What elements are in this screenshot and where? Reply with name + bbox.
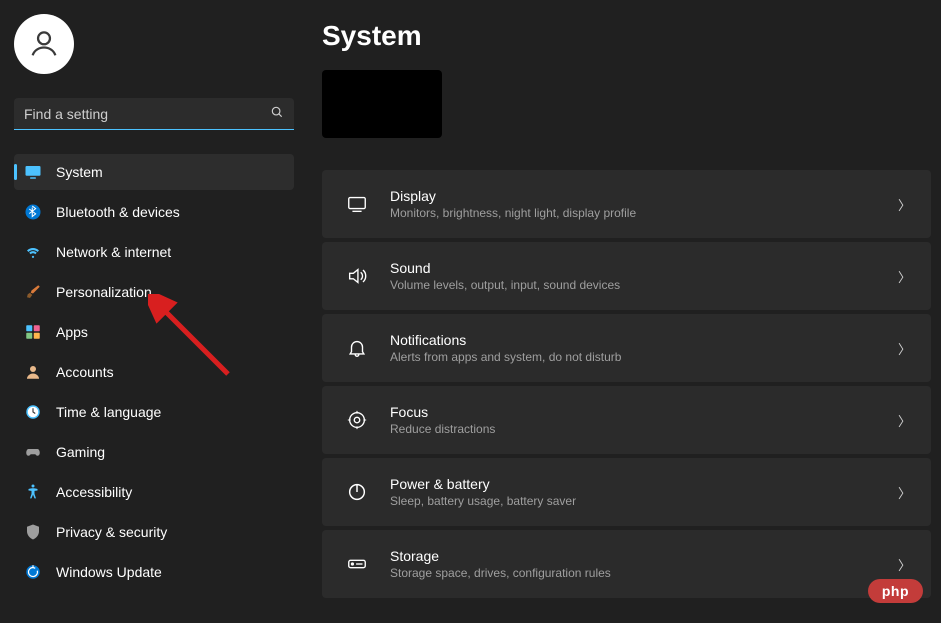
update-icon <box>24 563 42 581</box>
card-text: Power & battery Sleep, battery usage, ba… <box>390 476 898 508</box>
sidebar-item-system[interactable]: System <box>14 154 294 190</box>
bluetooth-icon <box>24 203 42 221</box>
clock-icon <box>24 403 42 421</box>
sidebar-item-apps[interactable]: Apps <box>14 314 294 350</box>
card-sound[interactable]: Sound Volume levels, output, input, soun… <box>322 242 931 310</box>
card-sub: Alerts from apps and system, do not dist… <box>390 350 898 364</box>
card-power[interactable]: Power & battery Sleep, battery usage, ba… <box>322 458 931 526</box>
chevron-right-icon: 〉 <box>898 195 911 214</box>
sidebar-item-label: Time & language <box>56 404 161 420</box>
card-focus[interactable]: Focus Reduce distractions 〉 <box>322 386 931 454</box>
card-title: Notifications <box>390 332 898 348</box>
sidebar-item-label: Privacy & security <box>56 524 167 540</box>
nav-list: System Bluetooth & devices Network & int… <box>14 154 294 590</box>
card-title: Storage <box>390 548 898 564</box>
apps-icon <box>24 323 42 341</box>
sidebar-item-accessibility[interactable]: Accessibility <box>14 474 294 510</box>
sidebar-item-network[interactable]: Network & internet <box>14 234 294 270</box>
sidebar-item-label: Accounts <box>56 364 114 380</box>
sidebar-item-label: Accessibility <box>56 484 132 500</box>
sidebar-item-time[interactable]: Time & language <box>14 394 294 430</box>
card-sub: Storage space, drives, configuration rul… <box>390 566 898 580</box>
chevron-right-icon: 〉 <box>898 339 911 358</box>
card-title: Power & battery <box>390 476 898 492</box>
wifi-icon <box>24 243 42 261</box>
desktop-preview[interactable] <box>322 70 442 138</box>
chevron-right-icon: 〉 <box>898 267 911 286</box>
card-title: Focus <box>390 404 898 420</box>
sidebar-item-privacy[interactable]: Privacy & security <box>14 514 294 550</box>
settings-card-list: Display Monitors, brightness, night ligh… <box>322 170 931 598</box>
accessibility-icon <box>24 483 42 501</box>
account-row[interactable] <box>14 14 294 74</box>
sidebar-item-label: Bluetooth & devices <box>56 204 180 220</box>
main-content: System Display Monitors, brightness, nig… <box>308 0 941 623</box>
sidebar-item-label: Apps <box>56 324 88 340</box>
card-text: Focus Reduce distractions <box>390 404 898 436</box>
card-sub: Reduce distractions <box>390 422 898 436</box>
brush-icon <box>24 283 42 301</box>
sidebar-item-personalization[interactable]: Personalization <box>14 274 294 310</box>
monitor-icon <box>24 163 42 181</box>
avatar <box>14 14 74 74</box>
display-icon <box>344 191 370 217</box>
chevron-right-icon: 〉 <box>898 483 911 502</box>
card-text: Storage Storage space, drives, configura… <box>390 548 898 580</box>
sidebar: System Bluetooth & devices Network & int… <box>0 0 308 623</box>
sidebar-item-bluetooth[interactable]: Bluetooth & devices <box>14 194 294 230</box>
card-sub: Volume levels, output, input, sound devi… <box>390 278 898 292</box>
sidebar-item-label: Personalization <box>56 284 152 300</box>
chevron-right-icon: 〉 <box>898 411 911 430</box>
accounts-icon <box>24 363 42 381</box>
sidebar-item-update[interactable]: Windows Update <box>14 554 294 590</box>
sidebar-item-label: Network & internet <box>56 244 171 260</box>
card-sub: Monitors, brightness, night light, displ… <box>390 206 898 220</box>
card-sub: Sleep, battery usage, battery saver <box>390 494 898 508</box>
page-title: System <box>322 20 931 52</box>
storage-icon <box>344 551 370 577</box>
focus-icon <box>344 407 370 433</box>
bell-icon <box>344 335 370 361</box>
shield-icon <box>24 523 42 541</box>
search-box[interactable] <box>14 98 294 130</box>
sidebar-item-gaming[interactable]: Gaming <box>14 434 294 470</box>
card-storage[interactable]: Storage Storage space, drives, configura… <box>322 530 931 598</box>
sound-icon <box>344 263 370 289</box>
search-icon <box>270 105 284 122</box>
chevron-right-icon: 〉 <box>898 555 911 574</box>
sidebar-item-label: System <box>56 164 103 180</box>
gaming-icon <box>24 443 42 461</box>
sidebar-item-label: Windows Update <box>56 564 162 580</box>
search-input[interactable] <box>24 106 270 122</box>
card-text: Sound Volume levels, output, input, soun… <box>390 260 898 292</box>
card-display[interactable]: Display Monitors, brightness, night ligh… <box>322 170 931 238</box>
sidebar-item-accounts[interactable]: Accounts <box>14 354 294 390</box>
power-icon <box>344 479 370 505</box>
card-title: Sound <box>390 260 898 276</box>
card-text: Display Monitors, brightness, night ligh… <box>390 188 898 220</box>
sidebar-item-label: Gaming <box>56 444 105 460</box>
watermark: php <box>868 579 923 603</box>
card-text: Notifications Alerts from apps and syste… <box>390 332 898 364</box>
person-icon <box>27 27 61 61</box>
card-title: Display <box>390 188 898 204</box>
card-notifications[interactable]: Notifications Alerts from apps and syste… <box>322 314 931 382</box>
